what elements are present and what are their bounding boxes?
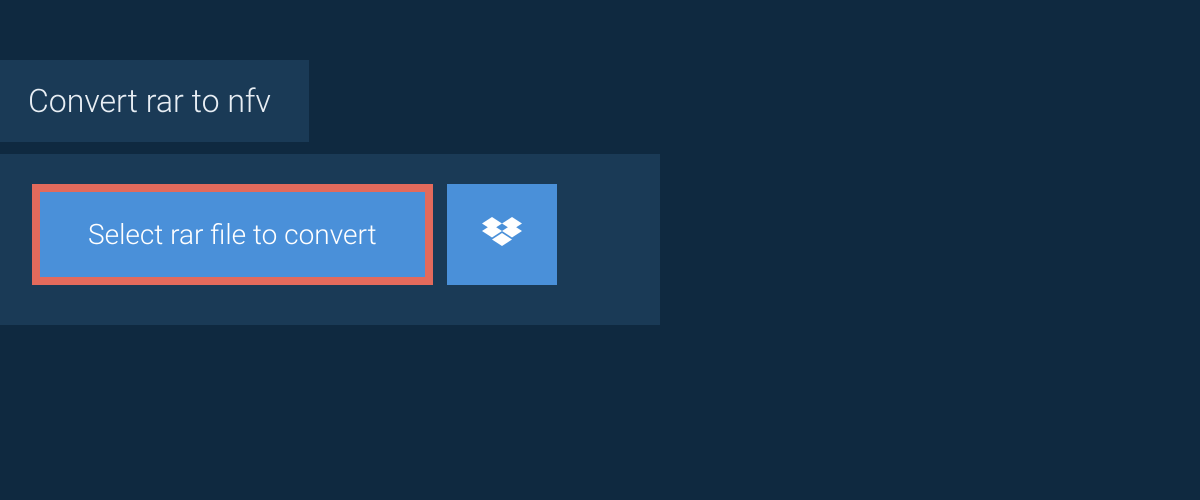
button-row: Select rar file to convert xyxy=(32,184,628,285)
select-file-button[interactable]: Select rar file to convert xyxy=(32,184,433,285)
page-title: Convert rar to nfv xyxy=(28,82,271,120)
dropbox-icon xyxy=(482,217,522,253)
upload-panel: Select rar file to convert xyxy=(0,154,660,325)
select-file-label: Select rar file to convert xyxy=(88,218,377,251)
dropbox-button[interactable] xyxy=(447,184,557,285)
page-title-tab: Convert rar to nfv xyxy=(0,60,309,142)
